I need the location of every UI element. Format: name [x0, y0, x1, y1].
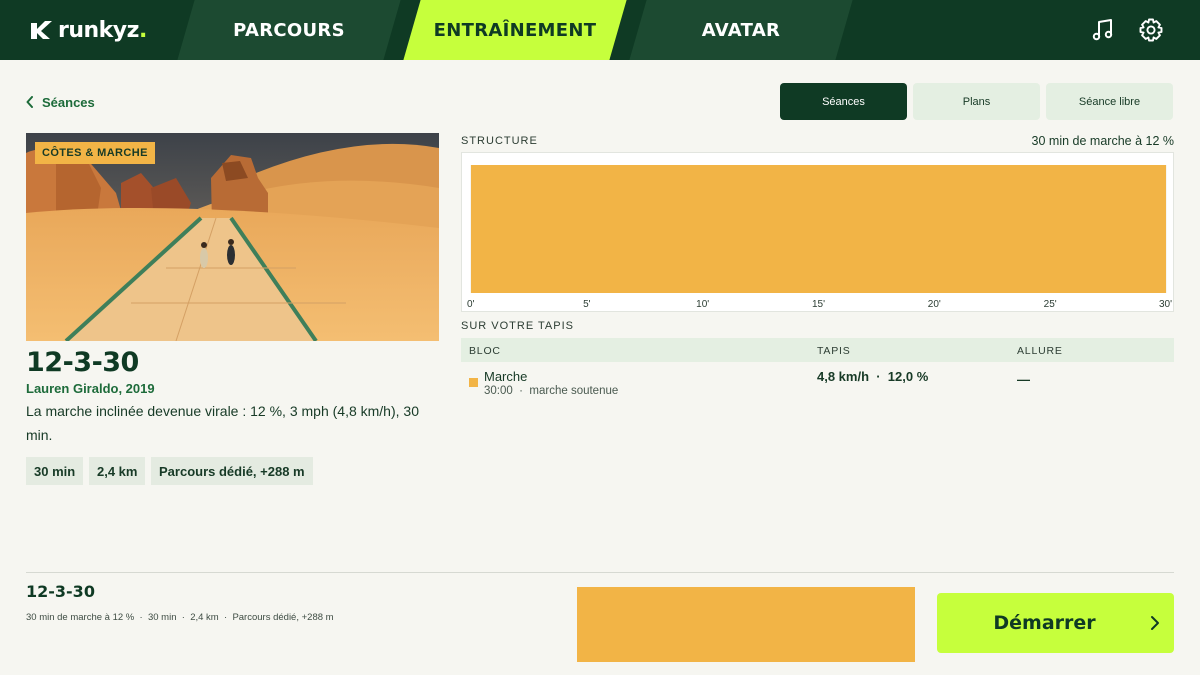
chevron-right-icon: [1151, 616, 1159, 630]
runkyz-logo[interactable]: runkyz.: [28, 14, 147, 46]
duration-chip: 30 min: [26, 457, 84, 485]
tab-avatar-label: AVATAR: [701, 19, 781, 41]
back-link-label: Séances: [42, 94, 95, 110]
chart-tick-label: 10': [696, 299, 709, 310]
chart-tick-label: 15': [812, 299, 825, 310]
tapis-heading: SUR VOTRE TAPIS: [461, 320, 575, 332]
desert-scene-illustration: [26, 133, 439, 341]
workout-description: La marche inclinée devenue virale : 12 %…: [26, 403, 419, 443]
chart-tick-label: 20': [928, 299, 941, 310]
segment-seance-libre[interactable]: Séance libre: [1046, 83, 1173, 120]
workout-hero-image: CÔTES & MARCHE: [26, 133, 439, 341]
footer-structure-preview: [577, 587, 915, 662]
workout-category-badge: CÔTES & MARCHE: [35, 142, 155, 164]
block-name: Marche: [484, 369, 528, 384]
block-pace: —: [1017, 372, 1030, 387]
tapis-table-header: BLOC TAPIS ALLURE: [461, 338, 1174, 362]
logo-mark-icon: [31, 21, 52, 39]
block-duration: 30:00: [484, 385, 513, 397]
tab-entrainement[interactable]: ENTRAÎNEMENT: [403, 0, 627, 60]
gear-icon[interactable]: [1138, 17, 1164, 43]
chart-tick-label: 30': [1159, 299, 1172, 310]
distance-chip: 2,4 km: [89, 457, 146, 485]
top-nav-bar: runkyz. PARCOURS ENTRAÎNEMENT AVATAR: [0, 0, 1200, 60]
block-details: 30:00 · marche soutenue: [484, 385, 618, 397]
chart-bar: [471, 165, 1166, 293]
workout-title: 12-3-30: [26, 347, 139, 378]
tab-parcours[interactable]: PARCOURS: [177, 0, 401, 60]
route-chip: Parcours dédié, +288 m: [151, 457, 313, 485]
structure-chart-svg: 0' 5' 10' 15' 20' 25' 30': [467, 165, 1172, 310]
logo-text: runkyz: [58, 17, 139, 43]
segment-plans[interactable]: Plans: [913, 83, 1040, 120]
footer-workout-meta: 30 min de marche à 12 % · 30 min · 2,4 k…: [26, 612, 334, 623]
footer-divider: [26, 572, 1174, 573]
start-button-label: Démarrer: [993, 612, 1096, 634]
block-treadmill-settings: 4,8 km/h · 12,0 %: [817, 369, 929, 384]
chart-tick-label: 5': [583, 299, 591, 310]
chevron-left-icon: [26, 96, 33, 108]
block-separator: ·: [519, 385, 524, 397]
start-button[interactable]: Démarrer: [937, 593, 1174, 653]
music-icon[interactable]: [1090, 17, 1116, 43]
table-row: Marche 30:00 · marche soutenue 4,8 km/h …: [461, 362, 1174, 402]
structure-chart: 0' 5' 10' 15' 20' 25' 30': [461, 152, 1174, 312]
structure-summary: 30 min de marche à 12 %: [1031, 134, 1174, 148]
block-note: marche soutenue: [529, 385, 619, 397]
column-header-bloc: BLOC: [469, 345, 501, 357]
chart-tick-label: 0': [467, 299, 475, 310]
column-header-tapis: TAPIS: [817, 345, 851, 357]
tab-parcours-label: PARCOURS: [233, 19, 345, 41]
footer-workout-title: 12-3-30: [26, 582, 95, 601]
block-color-swatch: [469, 378, 478, 387]
chart-tick-label: 25': [1044, 299, 1057, 310]
workout-author: Lauren Giraldo, 2019: [26, 381, 155, 396]
structure-heading: STRUCTURE: [461, 135, 538, 147]
column-header-allure: ALLURE: [1017, 345, 1063, 357]
logo-dot: .: [138, 17, 147, 43]
segment-seances[interactable]: Séances: [780, 83, 907, 120]
tab-avatar[interactable]: AVATAR: [629, 0, 853, 60]
back-to-seances-link[interactable]: Séances: [26, 92, 95, 112]
tab-entrainement-label: ENTRAÎNEMENT: [433, 19, 597, 41]
